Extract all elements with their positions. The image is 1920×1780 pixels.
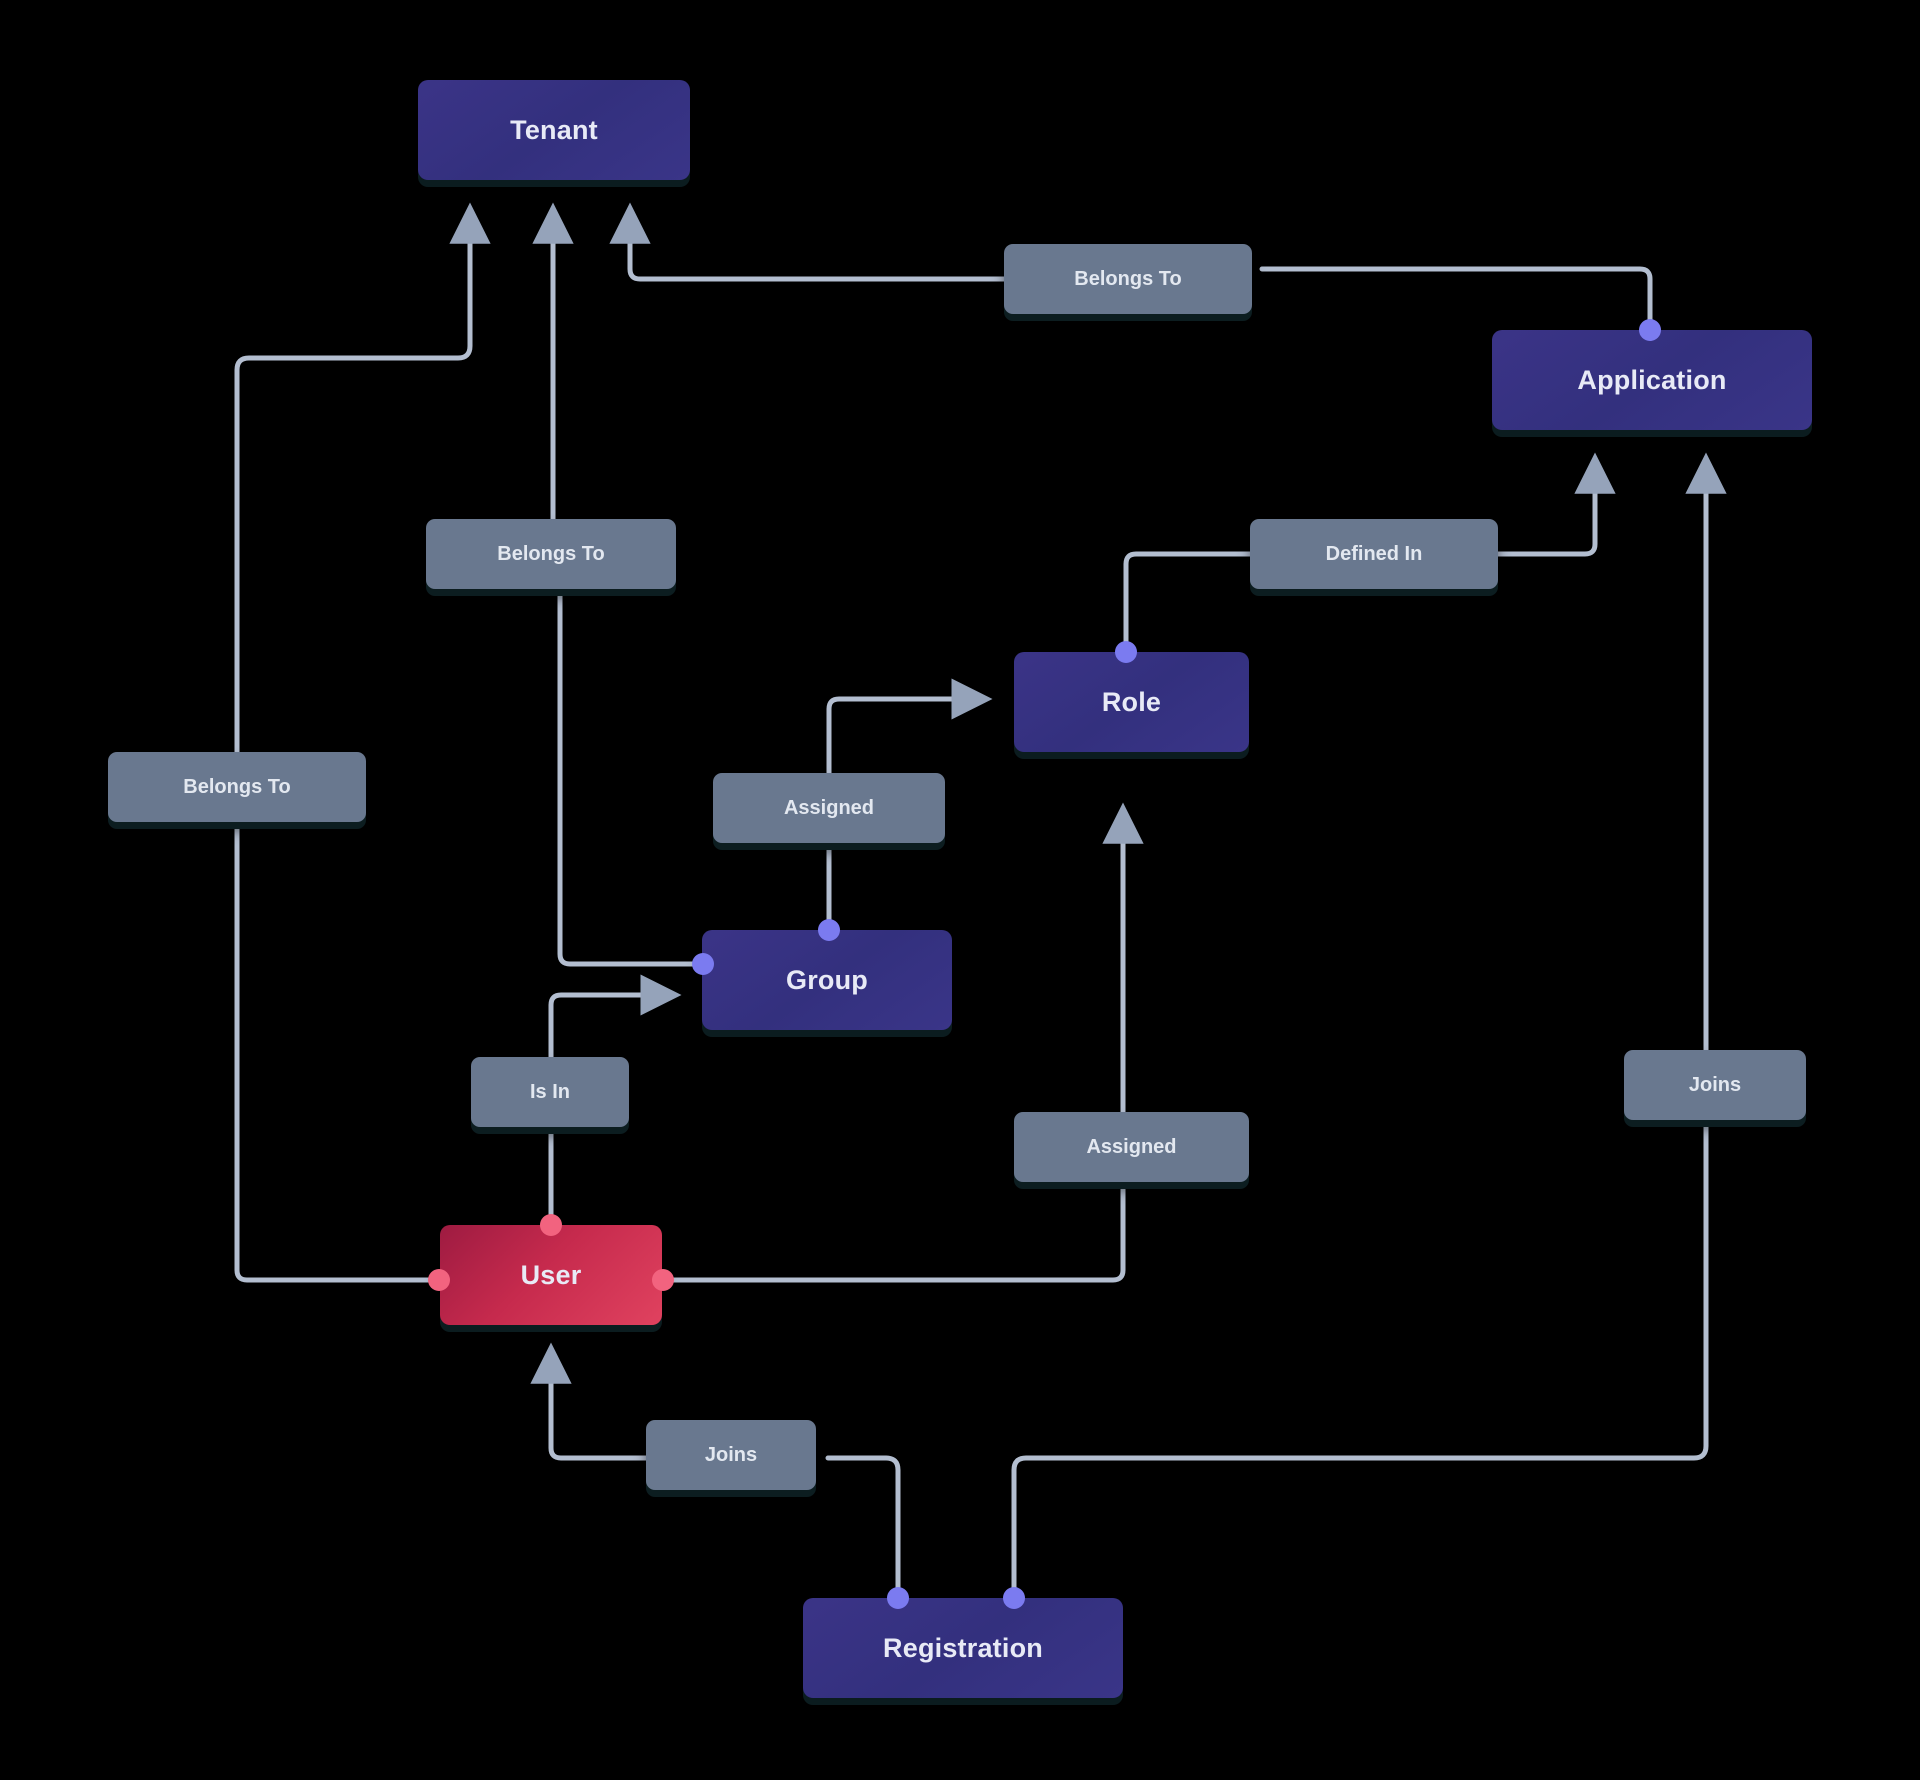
entity-label-group: Group	[786, 964, 868, 995]
relationship-label-user-assigned-role[interactable]: Assigned	[1014, 1112, 1249, 1182]
entity-node-group[interactable]: Group	[702, 930, 952, 1030]
edge-application-belongs-to-tenant-right	[1259, 266, 1653, 333]
relationship-label-group-belongs-to-tenant[interactable]: Belongs To	[426, 519, 676, 589]
group-top-port[interactable]	[818, 919, 840, 941]
edge-layer	[234, 202, 1727, 1601]
edge-registration-joins-user-lower	[825, 1455, 901, 1601]
edge-user-assigned-role-lower	[660, 1179, 1126, 1283]
role-top-port[interactable]	[1115, 641, 1137, 663]
relationship-label-group-assigned-role[interactable]: Assigned	[713, 773, 945, 843]
registration-top-port-right[interactable]	[1003, 1587, 1025, 1609]
entity-node-user[interactable]: User	[440, 1225, 662, 1325]
relationship-label-text: Assigned	[1086, 1135, 1177, 1158]
diagram-canvas: Tenant Application Role Group User Regis…	[0, 0, 1920, 1780]
relationship-label-text: Defined In	[1325, 542, 1423, 565]
relationship-label-text: Joins	[1688, 1073, 1742, 1096]
edge-role-defined-in-app-left	[1123, 551, 1253, 655]
application-top-port[interactable]	[1639, 319, 1661, 341]
relationship-label-registration-joins-user[interactable]: Joins	[646, 1420, 816, 1490]
relationship-label-app-belongs-to-tenant[interactable]: Belongs To	[1004, 244, 1252, 314]
relationship-label-user-belongs-to-tenant[interactable]: Belongs To	[108, 752, 366, 822]
entity-label-tenant: Tenant	[510, 114, 598, 145]
entity-node-application[interactable]: Application	[1492, 330, 1812, 430]
edge-role-defined-in-app-right	[1495, 452, 1616, 557]
entity-node-registration[interactable]: Registration	[803, 1598, 1123, 1698]
entity-label-role: Role	[1101, 686, 1162, 717]
relationship-label-text: Is In	[529, 1080, 570, 1103]
edge-application-belongs-to-tenant-left	[609, 202, 1007, 282]
edge-registration-joins-user-upper	[530, 1342, 649, 1461]
relationship-label-text: Belongs To	[497, 542, 605, 565]
entity-node-role[interactable]: Role	[1014, 652, 1249, 752]
relationship-label-text: Belongs To	[183, 775, 291, 798]
relationship-label-text: Joins	[704, 1443, 758, 1466]
user-top-port[interactable]	[540, 1214, 562, 1236]
relationship-label-role-defined-in-app[interactable]: Defined In	[1250, 519, 1498, 589]
edge-user-is-in-group-upper	[548, 974, 682, 1060]
relationship-label-registration-joins-app[interactable]: Joins	[1624, 1050, 1806, 1120]
relationship-label-user-is-in-group[interactable]: Is In	[471, 1057, 629, 1127]
user-left-port[interactable]	[428, 1269, 450, 1291]
entity-label-registration: Registration	[883, 1632, 1043, 1663]
registration-top-port-left[interactable]	[887, 1587, 909, 1609]
relationship-label-text: Belongs To	[1074, 267, 1182, 290]
entity-node-tenant[interactable]: Tenant	[418, 80, 690, 180]
entity-label-user: User	[520, 1259, 582, 1290]
edge-group-assigned-role-upper	[826, 678, 993, 776]
relationship-label-text: Assigned	[783, 796, 875, 819]
edge-user-belongs-to-tenant-lower	[234, 819, 442, 1283]
edge-user-belongs-to-tenant-upper	[234, 202, 491, 755]
edge-registration-joins-app-lower	[1011, 1117, 1709, 1601]
entity-label-application: Application	[1577, 364, 1727, 395]
edge-group-belongs-to-tenant-lower	[557, 586, 706, 967]
user-right-port[interactable]	[652, 1269, 674, 1291]
group-left-port[interactable]	[692, 953, 714, 975]
